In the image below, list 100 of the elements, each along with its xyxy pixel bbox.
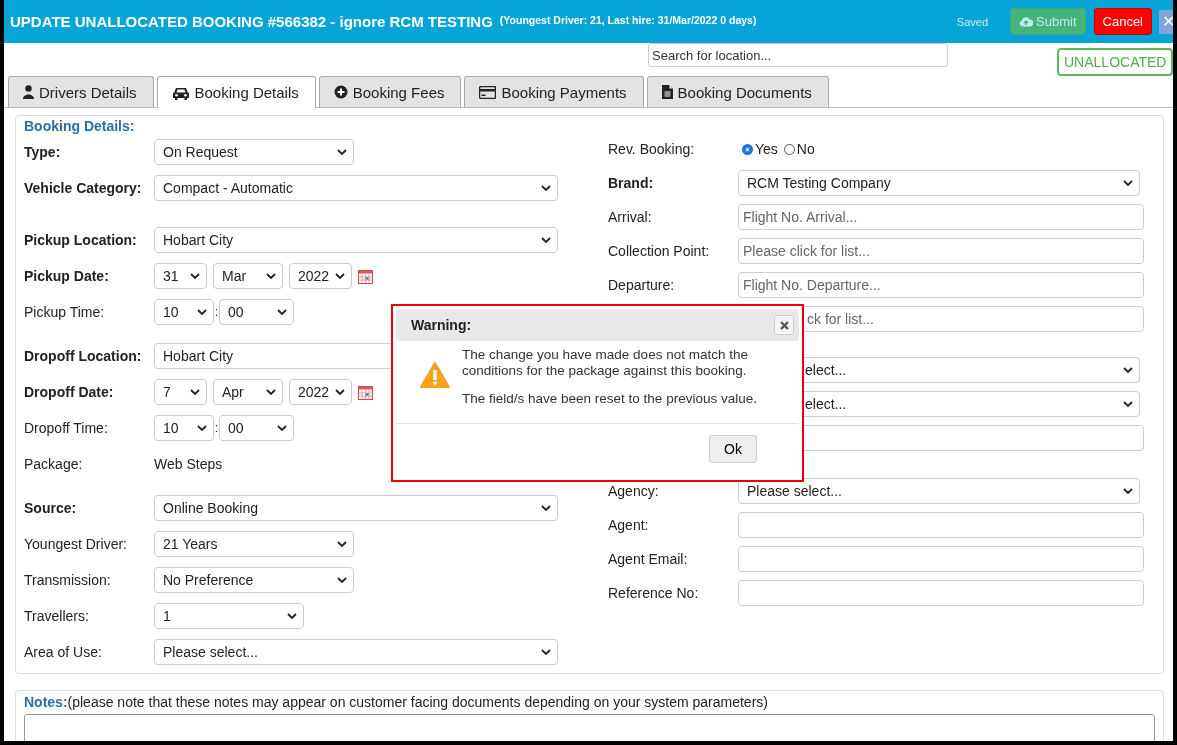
day-dropdown[interactable]: 7	[154, 379, 207, 405]
notes-hint: (please note that these notes may appear on customer facing documents depending on your system parameters)	[67, 694, 768, 710]
field-label: Dropoff Location:	[24, 348, 143, 364]
field-label: Departure:	[608, 277, 676, 293]
dropdown[interactable]: RCM Testing Company	[738, 170, 1140, 196]
car-icon	[171, 85, 190, 100]
calendar-icon[interactable]	[358, 268, 373, 284]
field-label: Arrival:	[608, 209, 653, 225]
tab[interactable]: Booking Documents	[646, 76, 829, 107]
chevron-down-icon	[541, 236, 551, 244]
dropdown[interactable]: 21 Years	[154, 531, 354, 557]
field-label: Transmission:	[24, 572, 112, 588]
chevron-down-icon	[1123, 179, 1133, 187]
chevron-down-icon	[1123, 400, 1133, 408]
minute-dropdown[interactable]: 00	[219, 415, 294, 441]
field-label: Pickup Date:	[24, 268, 110, 284]
chevron-down-icon	[287, 612, 297, 620]
dropdown[interactable]: On Request	[154, 139, 354, 165]
close-icon	[779, 320, 789, 330]
field-label: Dropoff Time:	[24, 420, 109, 436]
field-label: Package:	[24, 456, 84, 472]
input-field[interactable]	[738, 512, 1144, 538]
close-button[interactable]	[774, 315, 794, 335]
tab[interactable]: Drivers Details	[8, 76, 154, 107]
tab[interactable]: Booking Fees	[318, 76, 462, 107]
cancel-button[interactable]: Cancel	[1093, 8, 1152, 35]
input-field[interactable]: Please click for list...	[738, 238, 1144, 264]
chevron-down-icon	[335, 388, 345, 396]
input-field[interactable]: Flight No. Arrival...	[738, 204, 1144, 230]
chevron-down-icon	[337, 148, 347, 156]
section-heading: Booking Details:	[24, 117, 136, 136]
tab[interactable]: Booking Payments	[464, 76, 644, 107]
dropdown[interactable]: Online Booking	[154, 495, 558, 521]
chevron-down-icon	[190, 388, 200, 396]
field-label: Vehicle Category:	[24, 180, 143, 196]
radio-button[interactable]	[742, 143, 753, 155]
radio-label: No	[796, 141, 815, 157]
tab[interactable]: Booking Details	[156, 76, 316, 108]
credit-card-icon	[479, 85, 497, 99]
person-icon	[23, 85, 34, 99]
header-subtitle: (Youngest Driver: 21, Last hire: 31/Mar/2022 0 days)	[499, 13, 757, 26]
time-separator: :	[214, 305, 219, 319]
field-label: Brand:	[608, 175, 655, 191]
dropdown[interactable]: Please select...	[154, 639, 558, 665]
minute-dropdown[interactable]: 00	[219, 299, 294, 325]
saved-label: Saved	[956, 15, 989, 28]
dropdown[interactable]: Please select...	[738, 478, 1140, 504]
day-dropdown[interactable]: 31	[154, 263, 207, 289]
chevron-down-icon	[335, 272, 345, 280]
field-label: Pickup Time:	[24, 304, 106, 320]
ok-button[interactable]: Ok	[709, 435, 757, 463]
plus-circle-icon	[333, 85, 348, 99]
warning-icon	[420, 362, 450, 388]
field-value: Web Steps	[154, 456, 223, 472]
month-dropdown[interactable]: Mar	[213, 263, 283, 289]
input-field[interactable]	[738, 580, 1144, 606]
year-dropdown[interactable]: 2022	[289, 263, 352, 289]
field-label: Area of Use:	[24, 644, 103, 660]
input-field[interactable]: Flight No. Departure...	[738, 272, 1144, 298]
field-label: Type:	[24, 144, 62, 160]
chevron-down-icon	[337, 576, 347, 584]
chevron-down-icon	[197, 308, 207, 316]
notes-label: Notes:	[24, 694, 68, 710]
field-label: Agent:	[608, 517, 650, 533]
time-separator: :	[214, 421, 219, 435]
chevron-down-icon	[266, 272, 276, 280]
month-dropdown[interactable]: Apr	[213, 379, 283, 405]
chevron-down-icon	[197, 424, 207, 432]
hour-dropdown[interactable]: 10	[154, 415, 214, 441]
chevron-down-icon	[541, 648, 551, 656]
dropdown[interactable]: 1	[154, 603, 304, 629]
field-label: Agency:	[608, 483, 660, 499]
field-label: Reference No:	[608, 585, 700, 601]
hour-dropdown[interactable]: 10	[154, 299, 214, 325]
year-dropdown[interactable]: 2022	[289, 379, 352, 405]
field-label: Pickup Location:	[24, 232, 138, 248]
chevron-down-icon	[190, 272, 200, 280]
chevron-down-icon	[337, 540, 347, 548]
field-label: Travellers:	[24, 608, 90, 624]
dialog-title: Warning:	[411, 317, 472, 333]
status-badge: UNALLOCATED	[1057, 48, 1173, 76]
field-label: Youngest Driver:	[24, 536, 128, 552]
radio-label: Yes	[755, 141, 778, 157]
field-label: Rev. Booking:	[608, 141, 696, 157]
input-field[interactable]	[738, 546, 1144, 572]
calendar-icon[interactable]	[358, 384, 373, 400]
window-title: UPDATE UNALLOCATED BOOKING #566382 - ignore RCM TESTING	[10, 13, 493, 30]
field-label: Collection Point:	[608, 243, 711, 259]
dropdown[interactable]: No Preference	[154, 567, 354, 593]
dropdown[interactable]: Compact - Automatic	[154, 175, 558, 201]
search-field[interactable]: Search for location...	[648, 43, 948, 67]
chevron-down-icon	[277, 424, 287, 432]
field-label: Source:	[24, 500, 78, 516]
dropdown[interactable]: Hobart City	[154, 227, 558, 253]
chevron-down-icon	[1123, 487, 1133, 495]
chevron-down-icon	[277, 308, 287, 316]
chevron-down-icon	[1123, 366, 1133, 374]
field-label: Dropoff Date:	[24, 384, 115, 400]
chevron-down-icon	[541, 504, 551, 512]
chevron-down-icon	[541, 184, 551, 192]
